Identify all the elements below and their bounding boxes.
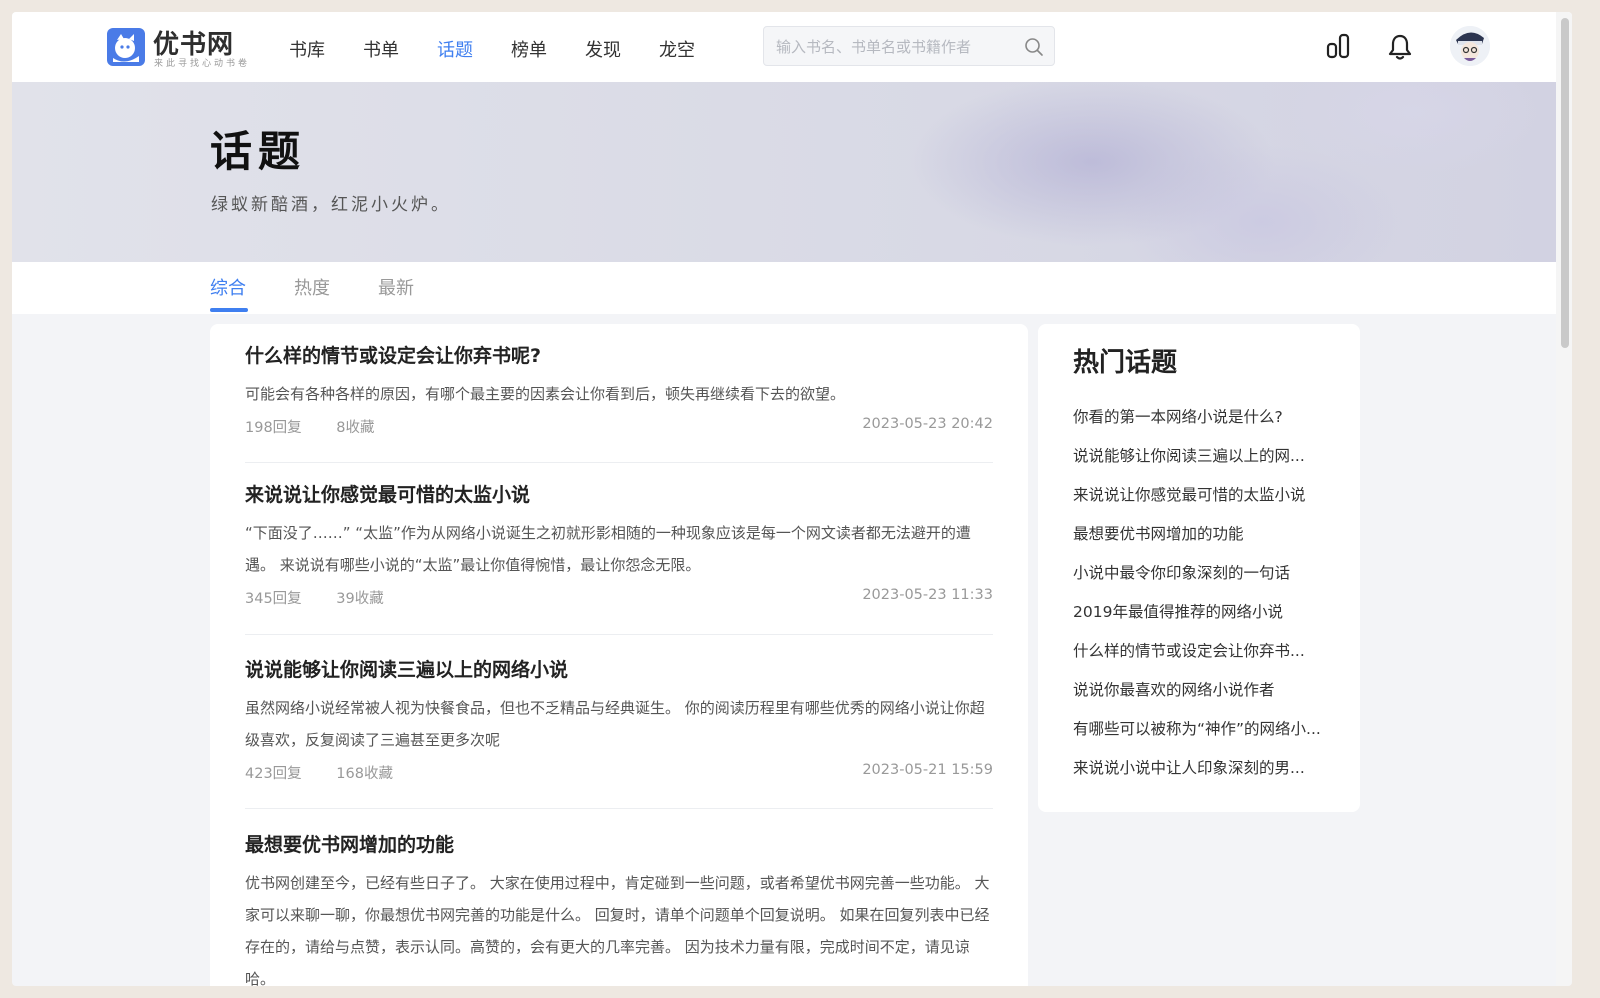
nav-item-topics[interactable]: 话题: [437, 36, 473, 62]
main-nav: 书库 书单 话题 榜单 发现 龙空: [289, 36, 733, 62]
hot-topic-link[interactable]: 2019年最值得推荐的网络小说: [1073, 599, 1343, 638]
search-box: [763, 26, 1055, 67]
topic-meta: 198回复 8收藏 2023-05-23 20:42: [245, 416, 993, 442]
topic-desc: 优书网创建至今，已经有些日子了。 大家在使用过程中，肯定碰到一些问题，或者希望优…: [245, 874, 990, 986]
topic-title[interactable]: 说说能够让你阅读三遍以上的网络小说: [245, 656, 993, 684]
hot-topic-link[interactable]: 小说中最令你印象深刻的一句话: [1073, 560, 1343, 599]
topic-item[interactable]: 什么样的情节或设定会让你弃书呢? 可能会有各种各样的原因，有哪个最主要的因素会让…: [245, 342, 993, 463]
reply-count: 423回复: [245, 766, 302, 782]
reply-count: 198回复: [245, 420, 302, 436]
topic-item[interactable]: 最想要优书网增加的功能 优书网创建至今，已经有些日子了。 大家在使用过程中，肯定…: [245, 831, 993, 986]
hot-topic-link[interactable]: 你看的第一本网络小说是什么?: [1073, 404, 1343, 443]
favorite-count: 8收藏: [336, 420, 375, 436]
hot-topics-list: 你看的第一本网络小说是什么? 说说能够让你阅读三遍以上的网... 来说说让你感觉…: [1073, 404, 1343, 794]
nav-item-longkong[interactable]: 龙空: [659, 36, 695, 62]
hot-topics-panel: 热门话题 你看的第一本网络小说是什么? 说说能够让你阅读三遍以上的网... 来说…: [1038, 324, 1360, 812]
bell-icon[interactable]: [1387, 33, 1413, 65]
tab-hot[interactable]: 热度: [294, 274, 330, 300]
topic-time: 2023-05-21 15:59: [862, 762, 993, 778]
topic-meta: 423回复 168收藏 2023-05-21 15:59: [245, 762, 993, 788]
topic-desc: 虽然网络小说经常被人视为快餐食品，但也不乏精品与经典诞生。 你的阅读历程里有哪些…: [245, 699, 985, 749]
search-input[interactable]: [764, 27, 1028, 67]
topic-item[interactable]: 来说说让你感觉最可惜的太监小说 “下面没了……” “太监”作为从网络小说诞生之初…: [245, 481, 993, 635]
page-scrollbar-thumb[interactable]: [1561, 18, 1569, 348]
topic-list: 什么样的情节或设定会让你弃书呢? 可能会有各种各样的原因，有哪个最主要的因素会让…: [210, 324, 1028, 986]
rankings-chart-icon[interactable]: [1326, 33, 1352, 63]
site-logo[interactable]: 优书网 来此寻找心动书卷: [107, 26, 247, 70]
topic-time: 2023-05-23 11:33: [862, 587, 993, 603]
topic-item[interactable]: 说说能够让你阅读三遍以上的网络小说 虽然网络小说经常被人视为快餐食品，但也不乏精…: [245, 656, 993, 809]
logo-mark-icon: [107, 28, 145, 66]
hot-topics-title: 热门话题: [1073, 348, 1178, 378]
topic-title[interactable]: 什么样的情节或设定会让你弃书呢?: [245, 342, 993, 370]
reply-count: 345回复: [245, 591, 302, 607]
active-tab-indicator: [210, 308, 248, 312]
topic-banner: 话题 绿蚁新醅酒，红泥小火炉。: [12, 82, 1572, 262]
top-navbar: 优书网 来此寻找心动书卷 书库 书单 话题 榜单 发现 龙空: [12, 12, 1572, 82]
hot-topic-link[interactable]: 什么样的情节或设定会让你弃书...: [1073, 638, 1343, 677]
hot-topic-link[interactable]: 来说说让你感觉最可惜的太监小说: [1073, 482, 1343, 521]
hot-topic-link[interactable]: 说说能够让你阅读三遍以上的网...: [1073, 443, 1343, 482]
tab-overall[interactable]: 综合: [210, 274, 246, 300]
nav-item-discover[interactable]: 发现: [585, 36, 621, 62]
sort-tabs: 综合 热度 最新: [12, 262, 1572, 314]
hot-topic-link[interactable]: 说说你最喜欢的网络小说作者: [1073, 677, 1343, 716]
nav-item-library[interactable]: 书库: [289, 36, 325, 62]
search-icon[interactable]: [1024, 37, 1044, 61]
topic-time: 2023-05-23 20:42: [862, 416, 993, 432]
nav-item-rankings[interactable]: 榜单: [511, 36, 547, 62]
topic-desc: “下面没了……” “太监”作为从网络小说诞生之初就形影相随的一种现象应该是每一个…: [245, 524, 971, 574]
favorite-count: 168收藏: [336, 766, 393, 782]
topic-title[interactable]: 最想要优书网增加的功能: [245, 831, 993, 859]
page-subtitle: 绿蚁新醅酒，红泥小火炉。: [211, 195, 451, 215]
favorite-count: 39收藏: [336, 591, 384, 607]
topic-meta: 345回复 39收藏 2023-05-23 11:33: [245, 587, 993, 613]
topic-desc: 可能会有各种各样的原因，有哪个最主要的因素会让你看到后，顿失再继续看下去的欲望。: [245, 385, 846, 403]
logo-slogan: 来此寻找心动书卷: [154, 59, 251, 69]
user-avatar[interactable]: [1450, 26, 1490, 66]
hot-topic-link[interactable]: 最想要优书网增加的功能: [1073, 521, 1343, 560]
hot-topic-link[interactable]: 来说说小说中让人印象深刻的男...: [1073, 755, 1343, 794]
nav-item-booklists[interactable]: 书单: [363, 36, 399, 62]
page-title: 话题: [210, 127, 307, 176]
tab-latest[interactable]: 最新: [378, 274, 414, 300]
hot-topic-link[interactable]: 有哪些可以被称为“神作”的网络小...: [1073, 716, 1343, 755]
topic-title[interactable]: 来说说让你感觉最可惜的太监小说: [245, 481, 993, 509]
browser-window: 优书网 来此寻找心动书卷 书库 书单 话题 榜单 发现 龙空 输入书名、书单名或…: [12, 12, 1572, 986]
